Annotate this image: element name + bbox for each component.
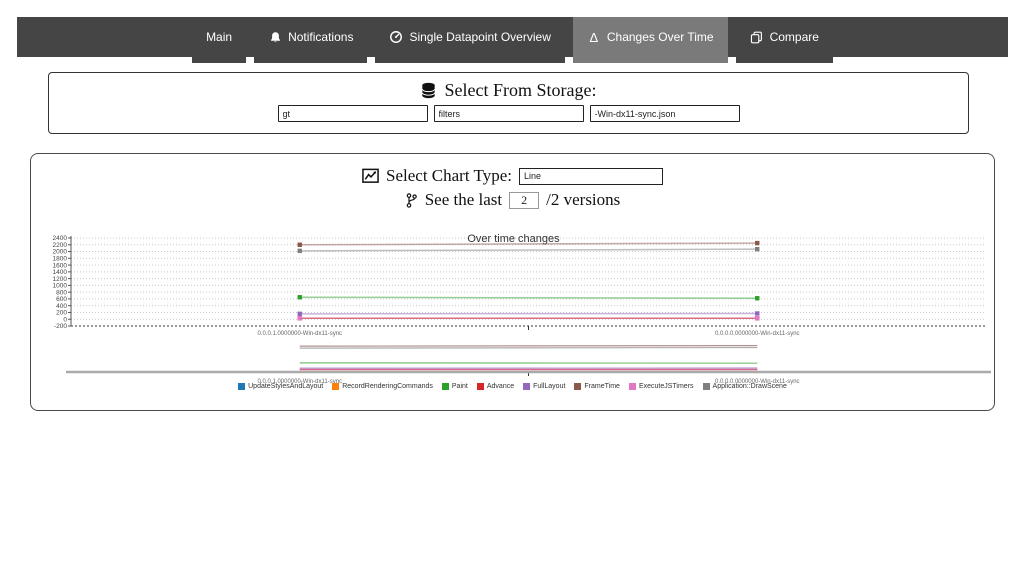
- storage-input-1[interactable]: [278, 105, 428, 122]
- legend-label: Application::DrawScene: [713, 383, 787, 390]
- legend-swatch: [574, 383, 581, 390]
- legend-label: Advance: [487, 383, 514, 390]
- legend-swatch: [238, 383, 245, 390]
- legend-swatch: [442, 383, 449, 390]
- versions-suffix-label: /2 versions: [546, 190, 620, 210]
- storage-input-2[interactable]: [434, 105, 584, 122]
- svg-text:0.0.0.1.0000000-Win-dx11-sync: 0.0.0.1.0000000-Win-dx11-sync: [257, 331, 342, 337]
- svg-text:-200: -200: [54, 323, 67, 330]
- nav-item-label: Main: [206, 30, 232, 44]
- nav-item-label: Changes Over Time: [607, 30, 714, 44]
- versions-input[interactable]: [509, 192, 539, 209]
- database-icon: [421, 83, 438, 99]
- legend-swatch: [477, 383, 484, 390]
- nav-item-main[interactable]: Main: [192, 17, 246, 63]
- storage-title: Select From Storage:: [445, 80, 597, 101]
- svg-text:0: 0: [63, 316, 67, 323]
- branch-icon: [405, 192, 418, 208]
- legend-item: Application::DrawScene: [703, 383, 787, 390]
- svg-text:2200: 2200: [53, 242, 68, 249]
- nav-item-compare[interactable]: Compare: [736, 17, 833, 63]
- legend-label: FullLayout: [533, 383, 565, 390]
- legend-item: FullLayout: [523, 383, 565, 390]
- svg-text:1800: 1800: [53, 256, 68, 263]
- legend-item: Paint: [442, 383, 468, 390]
- chart-legend: UpdateStylesAndLayout RecordRenderingComm…: [31, 383, 994, 390]
- versions-prefix-label: See the last: [425, 190, 502, 210]
- svg-text:800: 800: [56, 289, 67, 296]
- nav-item-label: Single Datapoint Overview: [409, 30, 550, 44]
- svg-text:0.0.0.0.0000000-Win-dx11-sync: 0.0.0.0.0000000-Win-dx11-sync: [715, 331, 800, 337]
- legend-label: FrameTime: [584, 383, 620, 390]
- svg-text:600: 600: [56, 296, 67, 303]
- legend-item: Advance: [477, 383, 514, 390]
- bell-icon: [268, 30, 282, 44]
- gauge-icon: [389, 30, 403, 44]
- nav-item-single-datapoint-overview[interactable]: Single Datapoint Overview: [375, 17, 564, 63]
- legend-swatch: [332, 383, 339, 390]
- svg-text:400: 400: [56, 303, 67, 310]
- legend-item: FrameTime: [574, 383, 620, 390]
- copy-icon: [750, 30, 764, 44]
- chart-type-input[interactable]: [519, 168, 663, 185]
- nav-item-notifications[interactable]: Notifications: [254, 17, 367, 63]
- storage-input-3[interactable]: [590, 105, 740, 122]
- legend-label: ExecuteJSTimers: [639, 383, 694, 390]
- svg-text:1000: 1000: [53, 283, 68, 290]
- legend-item: ExecuteJSTimers: [629, 383, 694, 390]
- legend-item: UpdateStylesAndLayout: [238, 383, 323, 390]
- legend-label: UpdateStylesAndLayout: [248, 383, 323, 390]
- legend-swatch: [703, 383, 710, 390]
- svg-text:1400: 1400: [53, 269, 68, 276]
- top-navbar: Main Notifications Single Datapoint Over…: [17, 17, 1008, 57]
- nav-item-label: Compare: [770, 30, 819, 44]
- legend-swatch: [523, 383, 530, 390]
- svg-text:2400: 2400: [53, 235, 68, 242]
- legend-swatch: [629, 383, 636, 390]
- nav-item-changes-over-time[interactable]: Δ Changes Over Time: [573, 17, 728, 63]
- changes-over-time-panel: Select Chart Type: See the last /2 versi…: [30, 153, 995, 411]
- legend-label: RecordRenderingCommands: [342, 383, 433, 390]
- legend-item: RecordRenderingCommands: [332, 383, 433, 390]
- svg-text:1600: 1600: [53, 262, 68, 269]
- svg-text:200: 200: [56, 310, 67, 317]
- svg-text:2000: 2000: [53, 249, 68, 256]
- svg-text:Over time changes: Over time changes: [467, 233, 560, 245]
- line-chart-icon: [362, 168, 379, 184]
- legend-label: Paint: [452, 383, 468, 390]
- svg-text:1200: 1200: [53, 276, 68, 283]
- chart-type-label: Select Chart Type:: [386, 166, 512, 186]
- select-from-storage-panel: Select From Storage:: [48, 72, 969, 134]
- nav-item-label: Notifications: [288, 30, 353, 44]
- delta-icon: Δ: [587, 30, 601, 44]
